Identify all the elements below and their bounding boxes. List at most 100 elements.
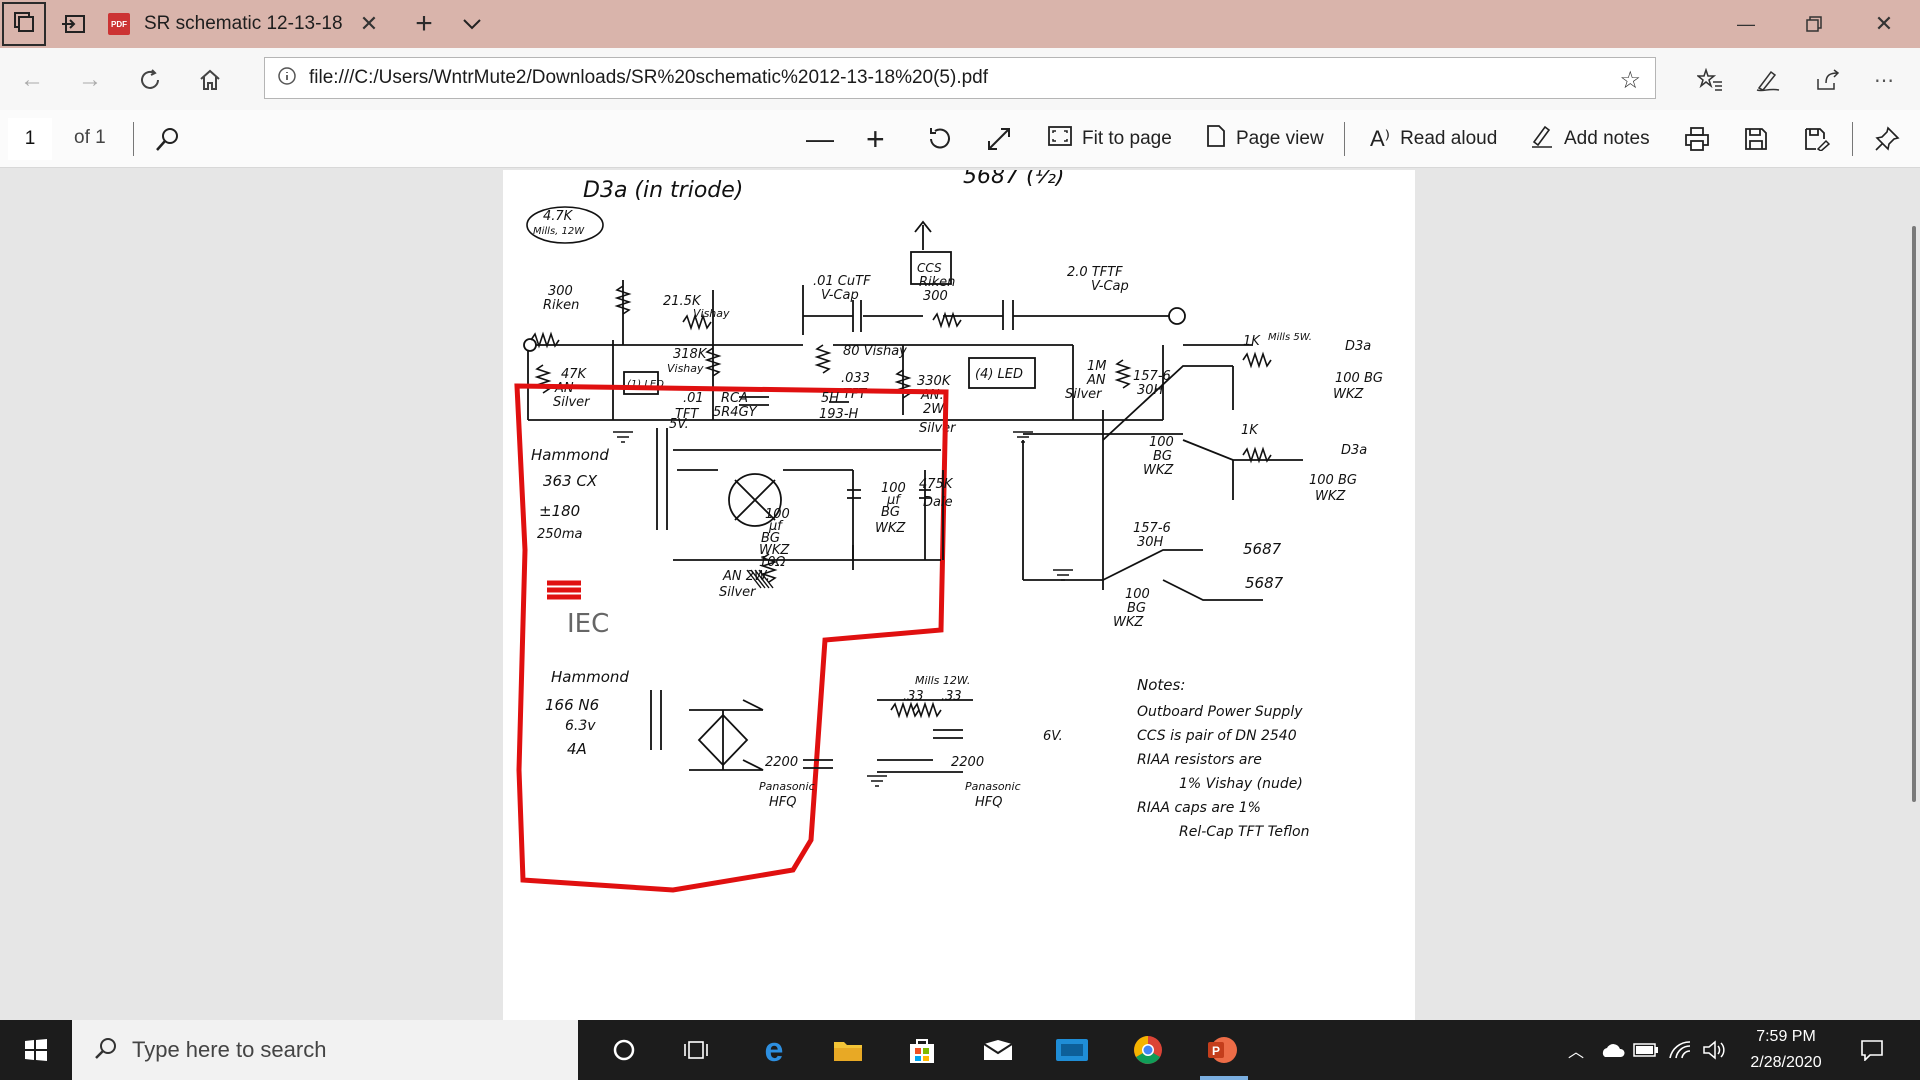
schematic-label: Mills, 12W xyxy=(533,226,585,237)
schematic-label: 100 xyxy=(1125,587,1150,602)
tab-list-chevron-icon[interactable] xyxy=(452,4,492,44)
show-hidden-icons-chevron-icon[interactable]: ︿ xyxy=(1556,1030,1596,1070)
notes-line: RIAA caps are 1% xyxy=(1137,800,1261,816)
schematic-label: Panasonic xyxy=(759,780,815,793)
site-info-icon[interactable] xyxy=(277,66,297,91)
page-number-input[interactable]: 1 xyxy=(8,118,52,160)
web-note-pen-icon[interactable] xyxy=(1748,60,1788,100)
tab-close-icon[interactable]: ✕ xyxy=(354,11,384,37)
toolbar-divider xyxy=(1852,122,1853,156)
schematic-label: Riken xyxy=(543,298,579,313)
schematic-label: 100 xyxy=(1149,435,1174,450)
mail-icon[interactable] xyxy=(978,1030,1018,1070)
back-icon[interactable]: ← xyxy=(12,60,52,100)
refresh-icon[interactable] xyxy=(130,60,170,100)
schematic-label: IEC xyxy=(567,609,609,639)
pdf-file-icon: PDF xyxy=(108,13,130,35)
print-icon[interactable] xyxy=(1684,118,1710,160)
taskbar-search-box[interactable]: Type here to search xyxy=(72,1020,578,1080)
schematic-label: Silver xyxy=(1065,387,1103,402)
notes-line: Rel-Cap TFT Teflon xyxy=(1179,824,1310,840)
zoom-in-icon[interactable]: + xyxy=(866,118,885,160)
clock-date: 2/28/2020 xyxy=(1750,1054,1822,1071)
fit-to-page-button[interactable]: Fit to page xyxy=(1048,118,1172,160)
edge-browser-icon[interactable]: e xyxy=(754,1030,794,1070)
powerpoint-icon[interactable]: P xyxy=(1202,1030,1242,1070)
save-as-icon[interactable] xyxy=(1804,118,1830,160)
microsoft-store-icon[interactable] xyxy=(902,1030,942,1070)
zoom-out-icon[interactable]: — xyxy=(806,118,834,160)
schematic-label: (4) LED xyxy=(975,367,1023,382)
fit-to-page-label: Fit to page xyxy=(1082,128,1172,149)
schematic-label: 318K xyxy=(673,347,708,362)
schematic-label: D3a xyxy=(1341,443,1367,458)
schematic-label: Mills 12W. xyxy=(915,674,970,687)
schematic-label: 1K xyxy=(1241,423,1259,438)
schematic-label: 30H xyxy=(1137,535,1164,550)
pdf-page: D3a (in triode) 5687 (½) 4.7K Mills, 12W… xyxy=(503,170,1415,1020)
task-view-icon[interactable] xyxy=(676,1030,716,1070)
forward-icon[interactable]: → xyxy=(70,60,110,100)
page-view-button[interactable]: Page view xyxy=(1206,118,1324,160)
address-bar[interactable]: file:///C:/Users/WntrMute2/Downloads/SR%… xyxy=(264,57,1656,99)
rotate-icon[interactable] xyxy=(926,118,954,160)
action-center-icon[interactable] xyxy=(1852,1030,1892,1070)
save-icon[interactable] xyxy=(1744,118,1768,160)
file-explorer-icon[interactable] xyxy=(828,1030,868,1070)
search-placeholder: Type here to search xyxy=(132,1037,327,1062)
search-icon xyxy=(94,1036,118,1065)
windows-start-icon[interactable] xyxy=(16,1030,56,1070)
settings-more-icon[interactable]: ⋯ xyxy=(1864,60,1904,100)
schematic-label: WKZ xyxy=(1113,615,1144,630)
pin-toolbar-icon[interactable] xyxy=(1874,118,1900,160)
schematic-label: Panasonic xyxy=(965,780,1021,793)
read-aloud-button[interactable]: A⁾ Read aloud xyxy=(1370,118,1497,160)
home-icon[interactable] xyxy=(190,60,230,100)
url-text: file:///C:/Users/WntrMute2/Downloads/SR%… xyxy=(309,67,989,88)
tab-title: SR schematic 12-13-18 xyxy=(144,13,343,34)
schematic-label: 475K xyxy=(919,477,954,492)
schematic-label: HFQ xyxy=(975,795,1003,810)
schematic-label: 5687 xyxy=(1243,540,1282,558)
active-tab[interactable]: PDF SR schematic 12-13-18 ✕ xyxy=(96,0,400,48)
add-notes-pen-icon xyxy=(1530,124,1554,154)
restore-icon[interactable] xyxy=(1780,0,1848,48)
schematic-label: Mills 5W. xyxy=(1268,332,1312,343)
schematic-label: 1M xyxy=(1087,359,1107,374)
schematic-label: 6.3v xyxy=(565,718,596,734)
schematic-label: .033 xyxy=(841,371,870,386)
close-window-icon[interactable]: ✕ xyxy=(1850,0,1918,48)
iec-marker xyxy=(547,580,581,600)
schematic-label: V-Cap xyxy=(821,288,859,303)
set-tabs-aside-icon[interactable] xyxy=(54,4,94,44)
favorites-list-icon[interactable] xyxy=(1690,60,1730,100)
new-tab-icon[interactable]: + xyxy=(404,4,444,44)
active-app-indicator xyxy=(1200,1076,1248,1080)
favorite-star-icon[interactable]: ☆ xyxy=(1619,66,1641,95)
tablet-app-icon[interactable] xyxy=(1052,1030,1092,1070)
schematic-label: WKZ xyxy=(1143,463,1174,478)
chrome-icon[interactable] xyxy=(1128,1030,1168,1070)
tab-actions-button[interactable] xyxy=(2,2,46,46)
schematic-label: Dale xyxy=(923,495,953,510)
find-search-icon[interactable] xyxy=(154,118,182,160)
schematic-label: Vishay xyxy=(693,307,730,320)
schematic-label: BG xyxy=(1127,601,1146,616)
add-notes-button[interactable]: Add notes xyxy=(1530,118,1650,160)
schematic-label: 5H xyxy=(821,391,839,406)
system-clock[interactable]: 7:59 PM 2/28/2020 xyxy=(1712,1024,1860,1076)
schematic-label: Silver xyxy=(919,421,957,436)
schematic-label: .01 CuTF xyxy=(813,274,871,289)
page-view-icon xyxy=(1206,124,1226,154)
schematic-label: Vishay xyxy=(667,362,704,375)
minimize-icon[interactable]: — xyxy=(1712,0,1780,48)
schematic-label: ±180 xyxy=(539,502,580,520)
notes-line: RIAA resistors are xyxy=(1137,752,1262,768)
vertical-scrollbar[interactable] xyxy=(1912,226,1916,802)
schematic-label: 47K xyxy=(561,367,588,382)
share-icon[interactable] xyxy=(1808,60,1848,100)
toolbar-divider xyxy=(133,122,134,156)
cortana-icon[interactable] xyxy=(604,1030,644,1070)
tab-actions-icon xyxy=(13,11,35,38)
full-screen-icon[interactable] xyxy=(986,118,1012,160)
